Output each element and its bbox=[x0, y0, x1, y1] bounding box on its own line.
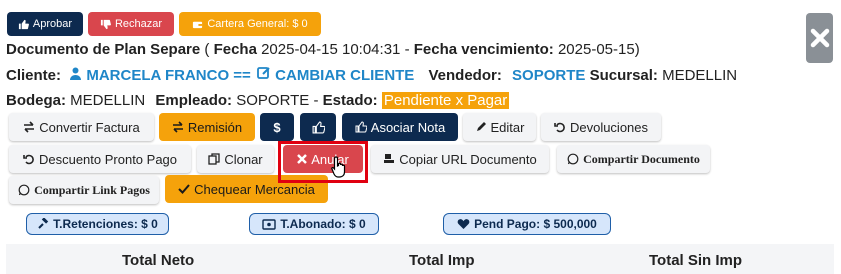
thumbs-up-icon bbox=[18, 19, 29, 30]
total-net-header: Total Neto bbox=[122, 252, 195, 269]
remission-label: Remisión bbox=[187, 119, 243, 135]
date-value: 2025-04-15 10:04:31 bbox=[261, 41, 401, 58]
seller-label: Vendedor: bbox=[428, 67, 502, 84]
whatsapp-icon bbox=[18, 184, 30, 196]
early-payment-label: Descuento Pronto Pago bbox=[38, 151, 178, 167]
convert-invoice-button[interactable]: Convertir Factura bbox=[9, 113, 154, 141]
returns-label: Devoluciones bbox=[569, 119, 649, 135]
document-title: Documento de Plan Separe bbox=[6, 41, 201, 58]
remission-button[interactable]: Remisión bbox=[159, 113, 255, 141]
associate-note-button[interactable]: Asociar Nota bbox=[342, 113, 458, 141]
associate-note-label: Asociar Nota bbox=[370, 119, 446, 135]
payment-button[interactable]: $ bbox=[260, 113, 294, 141]
like-button[interactable] bbox=[300, 113, 336, 141]
clone-button[interactable]: Clonar bbox=[197, 145, 274, 173]
heart-pulse-icon bbox=[457, 218, 470, 230]
total-tax-header: Total Imp bbox=[409, 252, 475, 269]
pending-label: Pend Pago: $ 500,000 bbox=[474, 217, 597, 231]
thumbs-up-icon bbox=[355, 121, 367, 133]
due-date-value: 2025-05-15 bbox=[557, 41, 635, 58]
withholdings-label: T.Retenciones: $ 0 bbox=[53, 217, 158, 231]
close-button[interactable] bbox=[806, 13, 833, 63]
stamp-icon bbox=[383, 153, 395, 165]
due-date-label: Fecha vencimiento: bbox=[413, 41, 554, 58]
close-icon bbox=[810, 28, 830, 48]
branch-label: Sucursal: bbox=[589, 67, 658, 84]
exchange-icon bbox=[172, 121, 184, 133]
undo-icon bbox=[554, 121, 566, 133]
paid-label: T.Abonado: $ 0 bbox=[280, 217, 366, 231]
pencil-icon bbox=[475, 121, 487, 133]
warehouse-label: Bodega: bbox=[6, 92, 66, 109]
employee-label: Empleado: bbox=[155, 92, 233, 109]
warehouse-line: Bodega: MEDELLIN Empleado: SOPORTE - Est… bbox=[6, 92, 510, 109]
gavel-icon bbox=[37, 218, 49, 230]
edit-label: Editar bbox=[490, 119, 525, 135]
dollar-label: $ bbox=[273, 119, 281, 135]
status-badge: Pendiente x Pagar bbox=[381, 92, 510, 109]
client-label: Cliente: bbox=[6, 67, 62, 84]
general-wallet-button[interactable]: Cartera General: $ 0 bbox=[179, 12, 321, 36]
early-payment-button[interactable]: Descuento Pronto Pago bbox=[9, 145, 191, 173]
highlight-box bbox=[278, 141, 368, 183]
clone-label: Clonar bbox=[224, 151, 263, 167]
share-document-label: Compartir Documento bbox=[583, 151, 700, 166]
copy-url-label: Copiar URL Documento bbox=[399, 151, 537, 167]
reject-button[interactable]: Rechazar bbox=[88, 12, 174, 36]
convert-invoice-label: Convertir Factura bbox=[39, 119, 140, 135]
undo-icon bbox=[23, 153, 35, 165]
approve-button[interactable]: Aprobar bbox=[7, 12, 83, 36]
money-icon bbox=[262, 218, 277, 230]
reject-label: Rechazar bbox=[114, 18, 163, 30]
date-label: Fecha bbox=[213, 41, 257, 58]
share-document-button[interactable]: Compartir Documento bbox=[557, 145, 710, 173]
withholdings-badge: T.Retenciones: $ 0 bbox=[26, 213, 169, 235]
document-title-line: Documento de Plan Separe ( Fecha 2025-04… bbox=[6, 41, 640, 58]
warehouse-value: MEDELLIN bbox=[70, 92, 146, 109]
returns-button[interactable]: Devoluciones bbox=[541, 113, 661, 141]
exchange-icon bbox=[23, 121, 35, 133]
paid-badge: T.Abonado: $ 0 bbox=[249, 213, 379, 235]
client-name-link[interactable]: MARCELA FRANCO == bbox=[86, 67, 250, 84]
whatsapp-icon bbox=[567, 153, 579, 165]
approve-label: Aprobar bbox=[32, 18, 73, 30]
copy-url-button[interactable]: Copiar URL Documento bbox=[371, 145, 549, 173]
thumbs-down-icon bbox=[100, 19, 111, 30]
edit-button[interactable]: Editar bbox=[463, 113, 536, 141]
share-payment-link-label: Compartir Link Pagos bbox=[34, 182, 150, 197]
share-payment-link-button[interactable]: Compartir Link Pagos bbox=[9, 176, 159, 204]
copy-icon bbox=[208, 153, 220, 165]
seller-value[interactable]: SOPORTE bbox=[512, 67, 585, 84]
check-goods-label: Chequear Mercancia bbox=[194, 181, 315, 197]
thumbs-up-icon bbox=[312, 121, 325, 134]
branch-value: MEDELLIN bbox=[662, 67, 738, 84]
user-icon bbox=[69, 67, 82, 80]
wallet-icon bbox=[192, 19, 203, 30]
total-no-tax-header: Total Sin Imp bbox=[649, 252, 743, 269]
general-wallet-label: Cartera General: $ 0 bbox=[207, 18, 308, 30]
employee-value: SOPORTE bbox=[236, 92, 310, 109]
pending-badge: Pend Pago: $ 500,000 bbox=[443, 213, 611, 235]
client-line: Cliente: MARCELA FRANCO == CAMBIAR CLIEN… bbox=[6, 66, 737, 84]
change-client-link[interactable]: CAMBIAR CLIENTE bbox=[275, 67, 414, 84]
edit-square-icon bbox=[257, 66, 271, 80]
status-label: Estado: bbox=[322, 92, 378, 109]
check-icon bbox=[178, 183, 190, 195]
